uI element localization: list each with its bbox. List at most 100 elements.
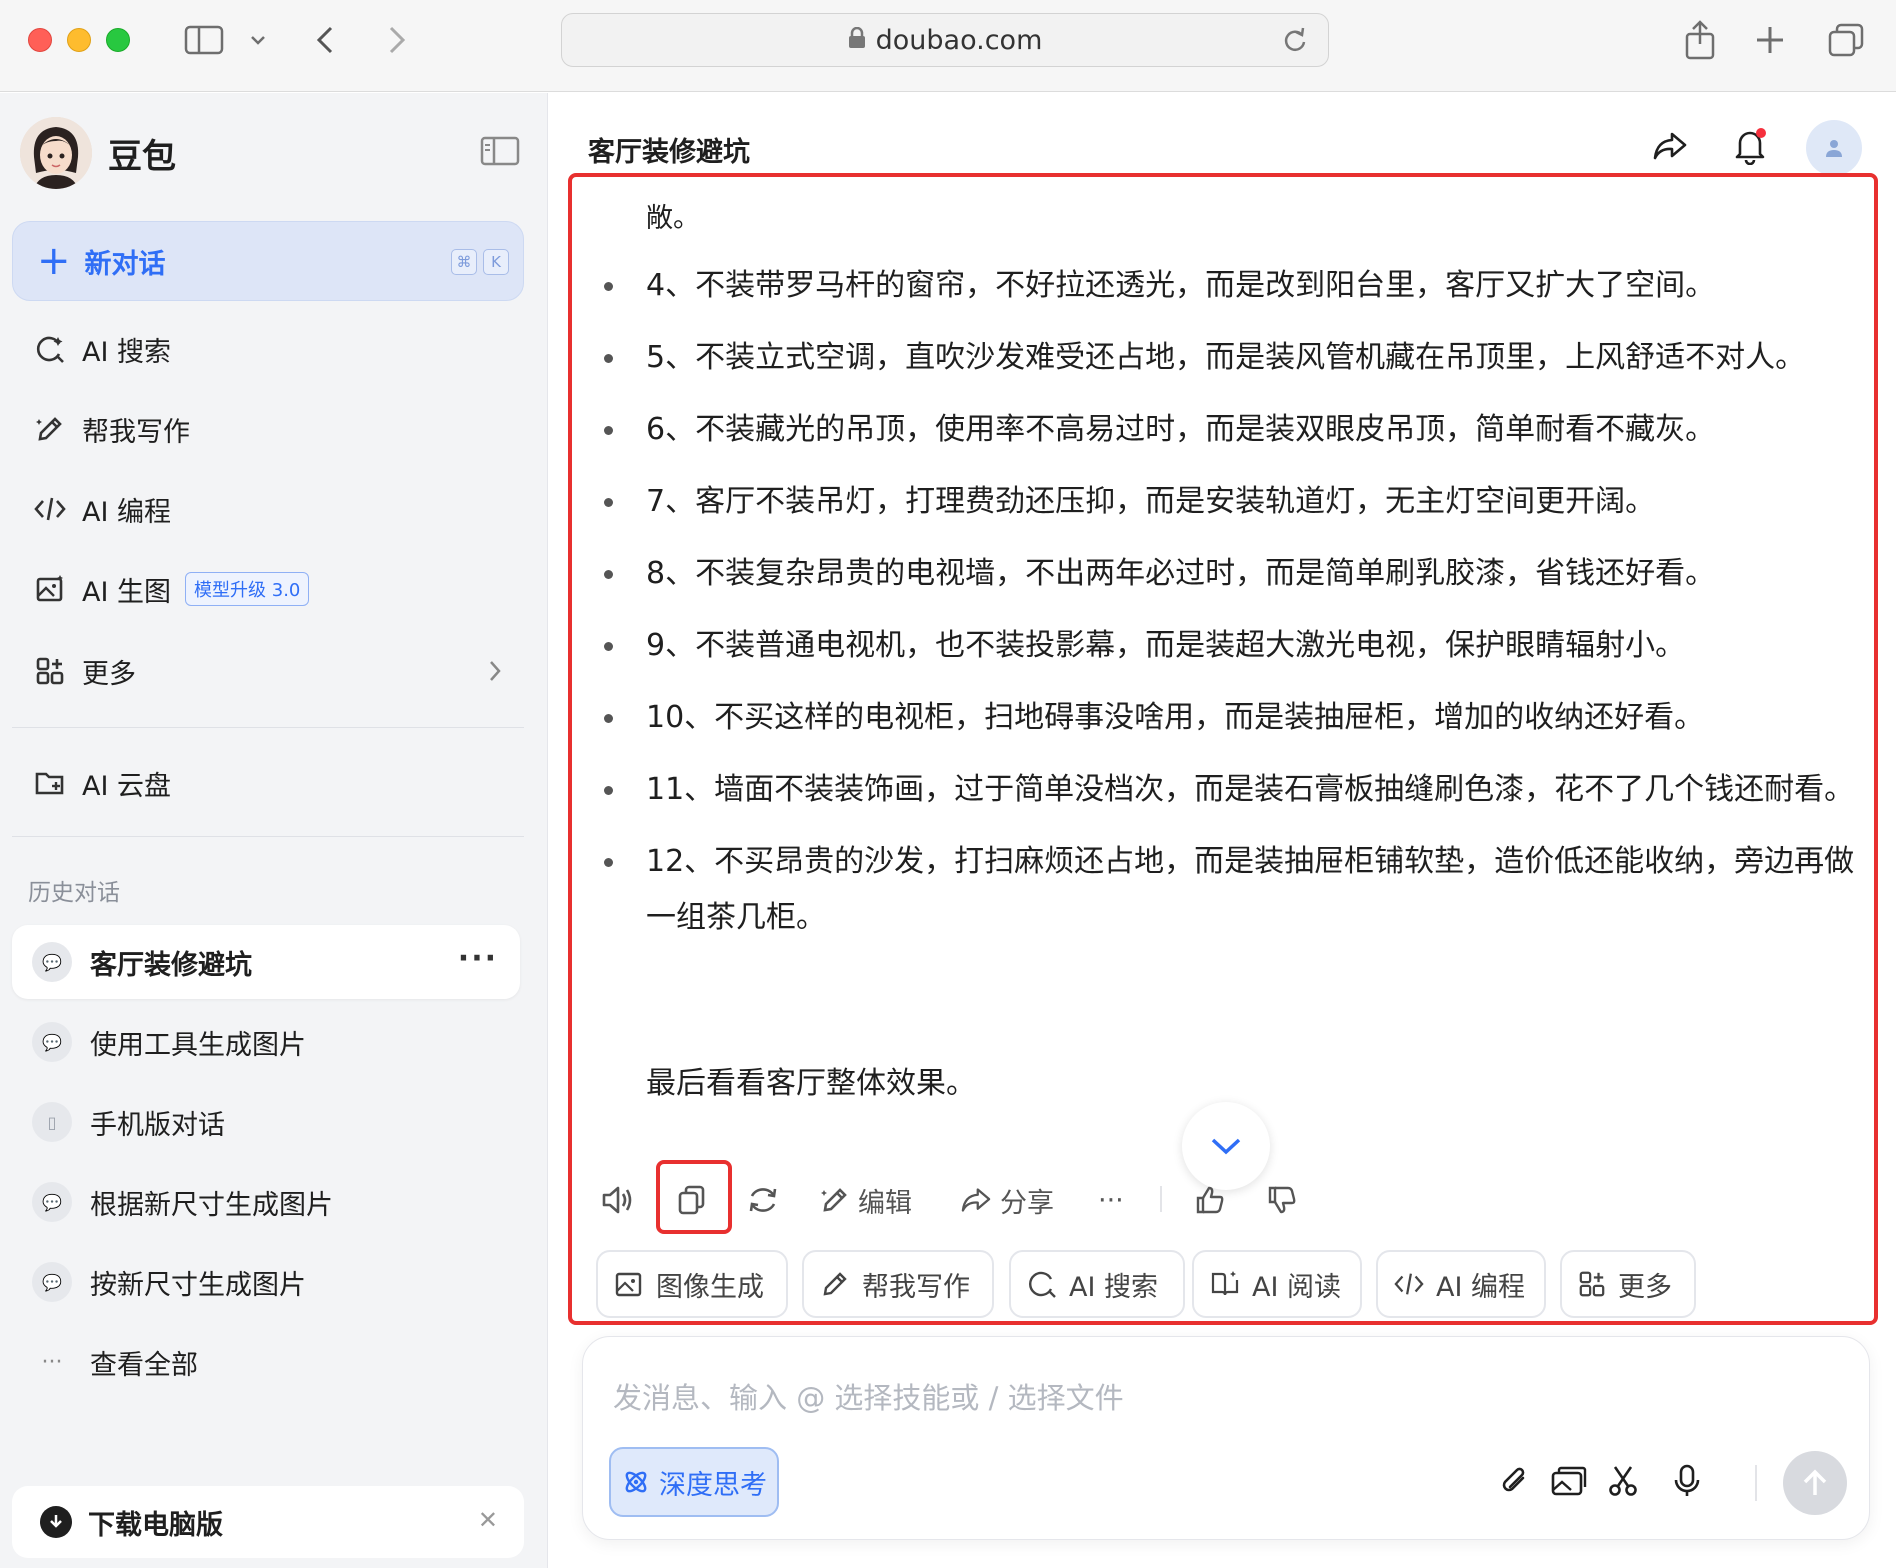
chip-help-write[interactable]: 帮我写作 bbox=[802, 1250, 994, 1318]
continuation-text: 敞。 bbox=[646, 203, 700, 234]
thumbs-down-icon[interactable] bbox=[1266, 1170, 1298, 1230]
history-label: 手机版对话 bbox=[90, 1109, 225, 1141]
view-all-history[interactable]: ··· 查看全部 bbox=[12, 1325, 520, 1399]
window-minimize-button[interactable] bbox=[67, 28, 91, 52]
window-close-button[interactable] bbox=[28, 28, 52, 52]
message-composer[interactable]: 发消息、输入 @ 选择技能或 / 选择文件 深度思考 bbox=[582, 1336, 1870, 1540]
cloud-folder-icon bbox=[32, 765, 68, 801]
download-icon bbox=[40, 1506, 72, 1538]
more-actions-label: ··· bbox=[1098, 1184, 1124, 1216]
microphone-icon[interactable] bbox=[1663, 1457, 1711, 1505]
chip-label: 帮我写作 bbox=[862, 1271, 970, 1303]
nav-ai-image[interactable]: AI 生图 模型升级 3.0 bbox=[12, 557, 524, 621]
share-button[interactable]: 分享 bbox=[960, 1170, 1054, 1230]
history-item-active[interactable]: 💬 客厅装修避坑 ··· bbox=[12, 925, 520, 999]
list-item: 6、不装藏光的吊顶，使用率不高易过时，而是装双眼皮吊顶，简单耐看不藏灰。 bbox=[600, 402, 1870, 458]
edit-button[interactable]: 编辑 bbox=[820, 1170, 912, 1230]
back-icon[interactable] bbox=[310, 20, 340, 60]
history-item[interactable]: 💬 使用工具生成图片 bbox=[12, 1005, 520, 1079]
history-label: 查看全部 bbox=[90, 1349, 198, 1381]
nav-label: AI 编程 bbox=[82, 496, 172, 528]
chip-label: 更多 bbox=[1618, 1271, 1672, 1303]
chip-image-gen[interactable]: 图像生成 bbox=[596, 1250, 788, 1318]
bell-icon[interactable] bbox=[1728, 124, 1772, 168]
shortcut-key: K bbox=[483, 249, 509, 275]
nav-more[interactable]: 更多 bbox=[12, 639, 524, 703]
scissors-icon[interactable] bbox=[1599, 1457, 1647, 1505]
nav-ai-cloud[interactable]: AI 云盘 bbox=[12, 751, 524, 815]
history-item[interactable]: 💬 按新尺寸生成图片 bbox=[12, 1245, 520, 1319]
upgrade-badge: 模型升级 3.0 bbox=[185, 572, 310, 606]
deep-think-button[interactable]: 深度思考 bbox=[609, 1447, 779, 1517]
download-desktop-button[interactable]: 下载电脑版 ✕ bbox=[12, 1486, 524, 1558]
nav-label: 更多 bbox=[82, 658, 136, 690]
chat-bubble-icon: 💬 bbox=[32, 942, 72, 982]
thumbs-up-icon[interactable] bbox=[1194, 1170, 1226, 1230]
reload-icon[interactable] bbox=[1282, 26, 1308, 61]
sidebar-toggle-icon[interactable] bbox=[182, 20, 226, 60]
collapse-sidebar-icon[interactable] bbox=[480, 135, 520, 167]
share-icon[interactable] bbox=[1680, 20, 1720, 60]
window-zoom-button[interactable] bbox=[106, 28, 130, 52]
more-options-icon[interactable]: ··· bbox=[458, 941, 498, 976]
user-avatar[interactable] bbox=[1806, 120, 1862, 176]
list-item: 7、客厅不装吊灯，打理费劲还压抑，而是安装轨道灯，无主灯空间更开阔。 bbox=[600, 474, 1870, 530]
url-text: doubao.com bbox=[875, 24, 1043, 56]
read-icon bbox=[1210, 1269, 1240, 1299]
chip-label: AI 搜索 bbox=[1069, 1271, 1159, 1303]
share-arrow-icon bbox=[960, 1186, 992, 1214]
chip-label: 图像生成 bbox=[656, 1271, 764, 1303]
list-item: 9、不装普通电视机，也不装投影幕，而是装超大激光电视，保护眼睛辐射小。 bbox=[600, 618, 1870, 674]
answer-list: 4、不装带罗马杆的窗帘，不好拉还透光，而是改到阳台里，客厅又扩大了空间。 5、不… bbox=[600, 258, 1870, 962]
chip-label: AI 编程 bbox=[1436, 1271, 1526, 1303]
conversation-title: 客厅装修避坑 bbox=[588, 137, 750, 168]
history-label: 使用工具生成图片 bbox=[90, 1029, 306, 1061]
lock-icon bbox=[848, 25, 866, 56]
chip-ai-code[interactable]: AI 编程 bbox=[1376, 1250, 1546, 1318]
read-aloud-icon[interactable] bbox=[600, 1170, 634, 1230]
action-divider bbox=[1160, 1186, 1162, 1212]
close-icon[interactable]: ✕ bbox=[478, 1506, 498, 1534]
sidebar-divider bbox=[12, 727, 524, 728]
forward-icon[interactable] bbox=[382, 20, 412, 60]
nav-ai-code[interactable]: AI 编程 bbox=[12, 477, 524, 541]
chip-ai-search[interactable]: AI 搜索 bbox=[1009, 1250, 1185, 1318]
nav-label: AI 云盘 bbox=[82, 770, 172, 802]
list-item: 12、不买昂贵的沙发，打扫麻烦还占地，而是装抽屉柜铺软垫，造价低还能收纳，旁边再… bbox=[600, 834, 1870, 946]
address-bar[interactable]: doubao.com bbox=[561, 13, 1329, 67]
image-icon bbox=[32, 571, 68, 607]
deep-think-label: 深度思考 bbox=[659, 1469, 767, 1501]
attach-icon[interactable] bbox=[1491, 1457, 1539, 1505]
search-icon bbox=[1027, 1269, 1057, 1299]
browser-titlebar: doubao.com bbox=[0, 0, 1896, 92]
new-chat-button[interactable]: + 新对话 ⌘ K bbox=[12, 221, 524, 301]
more-actions-button[interactable]: ··· bbox=[1098, 1170, 1124, 1230]
shortcut-cmd: ⌘ bbox=[451, 249, 477, 275]
history-item[interactable]: 💬 根据新尺寸生成图片 bbox=[12, 1165, 520, 1239]
chat-bubble-icon: 💬 bbox=[32, 1262, 72, 1302]
image-gen-icon bbox=[614, 1269, 644, 1299]
atom-icon bbox=[621, 1467, 651, 1497]
nav-help-write[interactable]: 帮我写作 bbox=[12, 397, 524, 461]
nav-label: 帮我写作 bbox=[82, 416, 190, 448]
chat-bubble-icon: 💬 bbox=[32, 1182, 72, 1222]
plus-icon: + bbox=[37, 238, 71, 284]
chip-ai-read[interactable]: AI 阅读 bbox=[1192, 1250, 1362, 1318]
list-item: 11、墙面不装装饰画，过于简单没档次，而是装石膏板抽缝刷色漆，花不了几个钱还耐看… bbox=[600, 762, 1870, 818]
message-input[interactable]: 发消息、输入 @ 选择技能或 / 选择文件 bbox=[613, 1375, 1124, 1417]
regenerate-icon[interactable] bbox=[746, 1170, 780, 1230]
nav-ai-search[interactable]: AI 搜索 bbox=[12, 317, 524, 381]
history-item[interactable]: ▯ 手机版对话 bbox=[12, 1085, 520, 1159]
chip-more[interactable]: 更多 bbox=[1560, 1250, 1696, 1318]
list-item: 8、不装复杂昂贵的电视墙，不出两年必过时，而是简单刷乳胶漆，省钱还好看。 bbox=[600, 546, 1870, 602]
new-tab-icon[interactable] bbox=[1750, 20, 1790, 60]
chevron-down-icon[interactable] bbox=[246, 20, 270, 60]
tab-overview-icon[interactable] bbox=[1826, 20, 1866, 60]
composer-divider bbox=[1755, 1465, 1757, 1501]
image-upload-icon[interactable] bbox=[1545, 1457, 1593, 1505]
chip-label: AI 阅读 bbox=[1252, 1271, 1342, 1303]
history-label: 按新尺寸生成图片 bbox=[90, 1269, 306, 1301]
share-conversation-icon[interactable] bbox=[1648, 124, 1692, 168]
brand-avatar bbox=[20, 117, 92, 189]
send-button[interactable] bbox=[1783, 1451, 1847, 1515]
